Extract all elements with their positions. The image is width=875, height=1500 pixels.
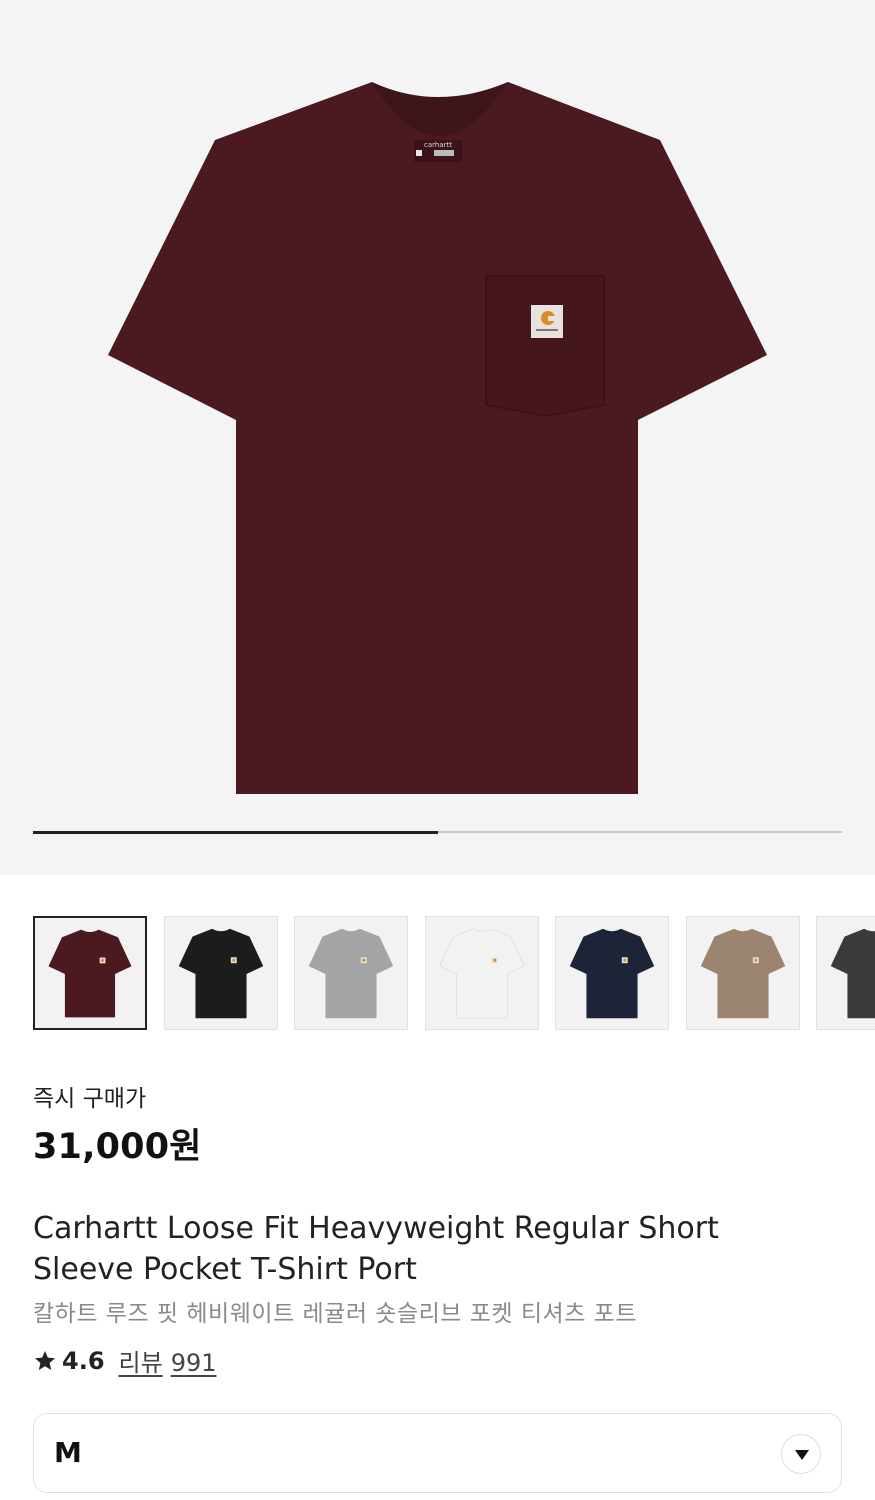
chevron-down-icon bbox=[795, 1450, 809, 1460]
star-icon bbox=[35, 1350, 55, 1370]
thumbnail-tshirt-image bbox=[308, 928, 394, 1019]
color-thumbnail[interactable] bbox=[686, 916, 800, 1030]
product-subtitle: 칼하트 루즈 핏 헤비웨이트 레귤러 숏슬리브 포켓 티셔츠 포트 bbox=[33, 1301, 637, 1327]
thumbnail-tshirt-image bbox=[700, 928, 786, 1019]
product-title: Carhartt Loose Fit Heavyweight Regular S… bbox=[33, 1211, 719, 1287]
color-thumbnail-strip[interactable] bbox=[33, 916, 875, 1030]
color-thumbnail[interactable] bbox=[816, 916, 875, 1030]
rating-score: 4.6 bbox=[62, 1346, 105, 1375]
color-thumbnail[interactable] bbox=[425, 916, 539, 1030]
thumbnail-tshirt-image bbox=[830, 928, 875, 1019]
thumbnail-tshirt-image bbox=[569, 928, 655, 1019]
carousel-progress-fill bbox=[33, 830, 438, 834]
carousel-progress-track bbox=[33, 830, 842, 834]
instant-buy-price-label: 즉시 구매가 bbox=[33, 1086, 147, 1112]
color-thumbnail[interactable] bbox=[555, 916, 669, 1030]
product-main-image: carhartt bbox=[108, 82, 767, 794]
svg-text:carhartt: carhartt bbox=[424, 141, 452, 149]
review-label: 리뷰 bbox=[118, 1349, 163, 1377]
selected-size-value: M bbox=[54, 1436, 82, 1469]
color-thumbnail[interactable] bbox=[294, 916, 408, 1030]
thumbnail-tshirt-image bbox=[48, 929, 132, 1018]
product-price: 31,000원 bbox=[33, 1127, 202, 1167]
review-count: 991 bbox=[170, 1349, 217, 1377]
thumbnail-tshirt-image bbox=[439, 928, 525, 1019]
tshirt-body bbox=[108, 82, 767, 794]
thumbnail-tshirt-image bbox=[178, 928, 264, 1019]
product-image-carousel[interactable]: carhartt bbox=[0, 0, 875, 875]
review-link[interactable]: 리뷰 991 bbox=[119, 1343, 217, 1378]
color-thumbnail[interactable] bbox=[164, 916, 278, 1030]
size-select[interactable]: M bbox=[33, 1413, 842, 1493]
rating-row: 4.6 리뷰 991 bbox=[33, 1343, 217, 1378]
color-thumbnail[interactable] bbox=[33, 916, 147, 1030]
size-dropdown-button[interactable] bbox=[781, 1434, 821, 1474]
chest-pocket bbox=[485, 275, 605, 417]
